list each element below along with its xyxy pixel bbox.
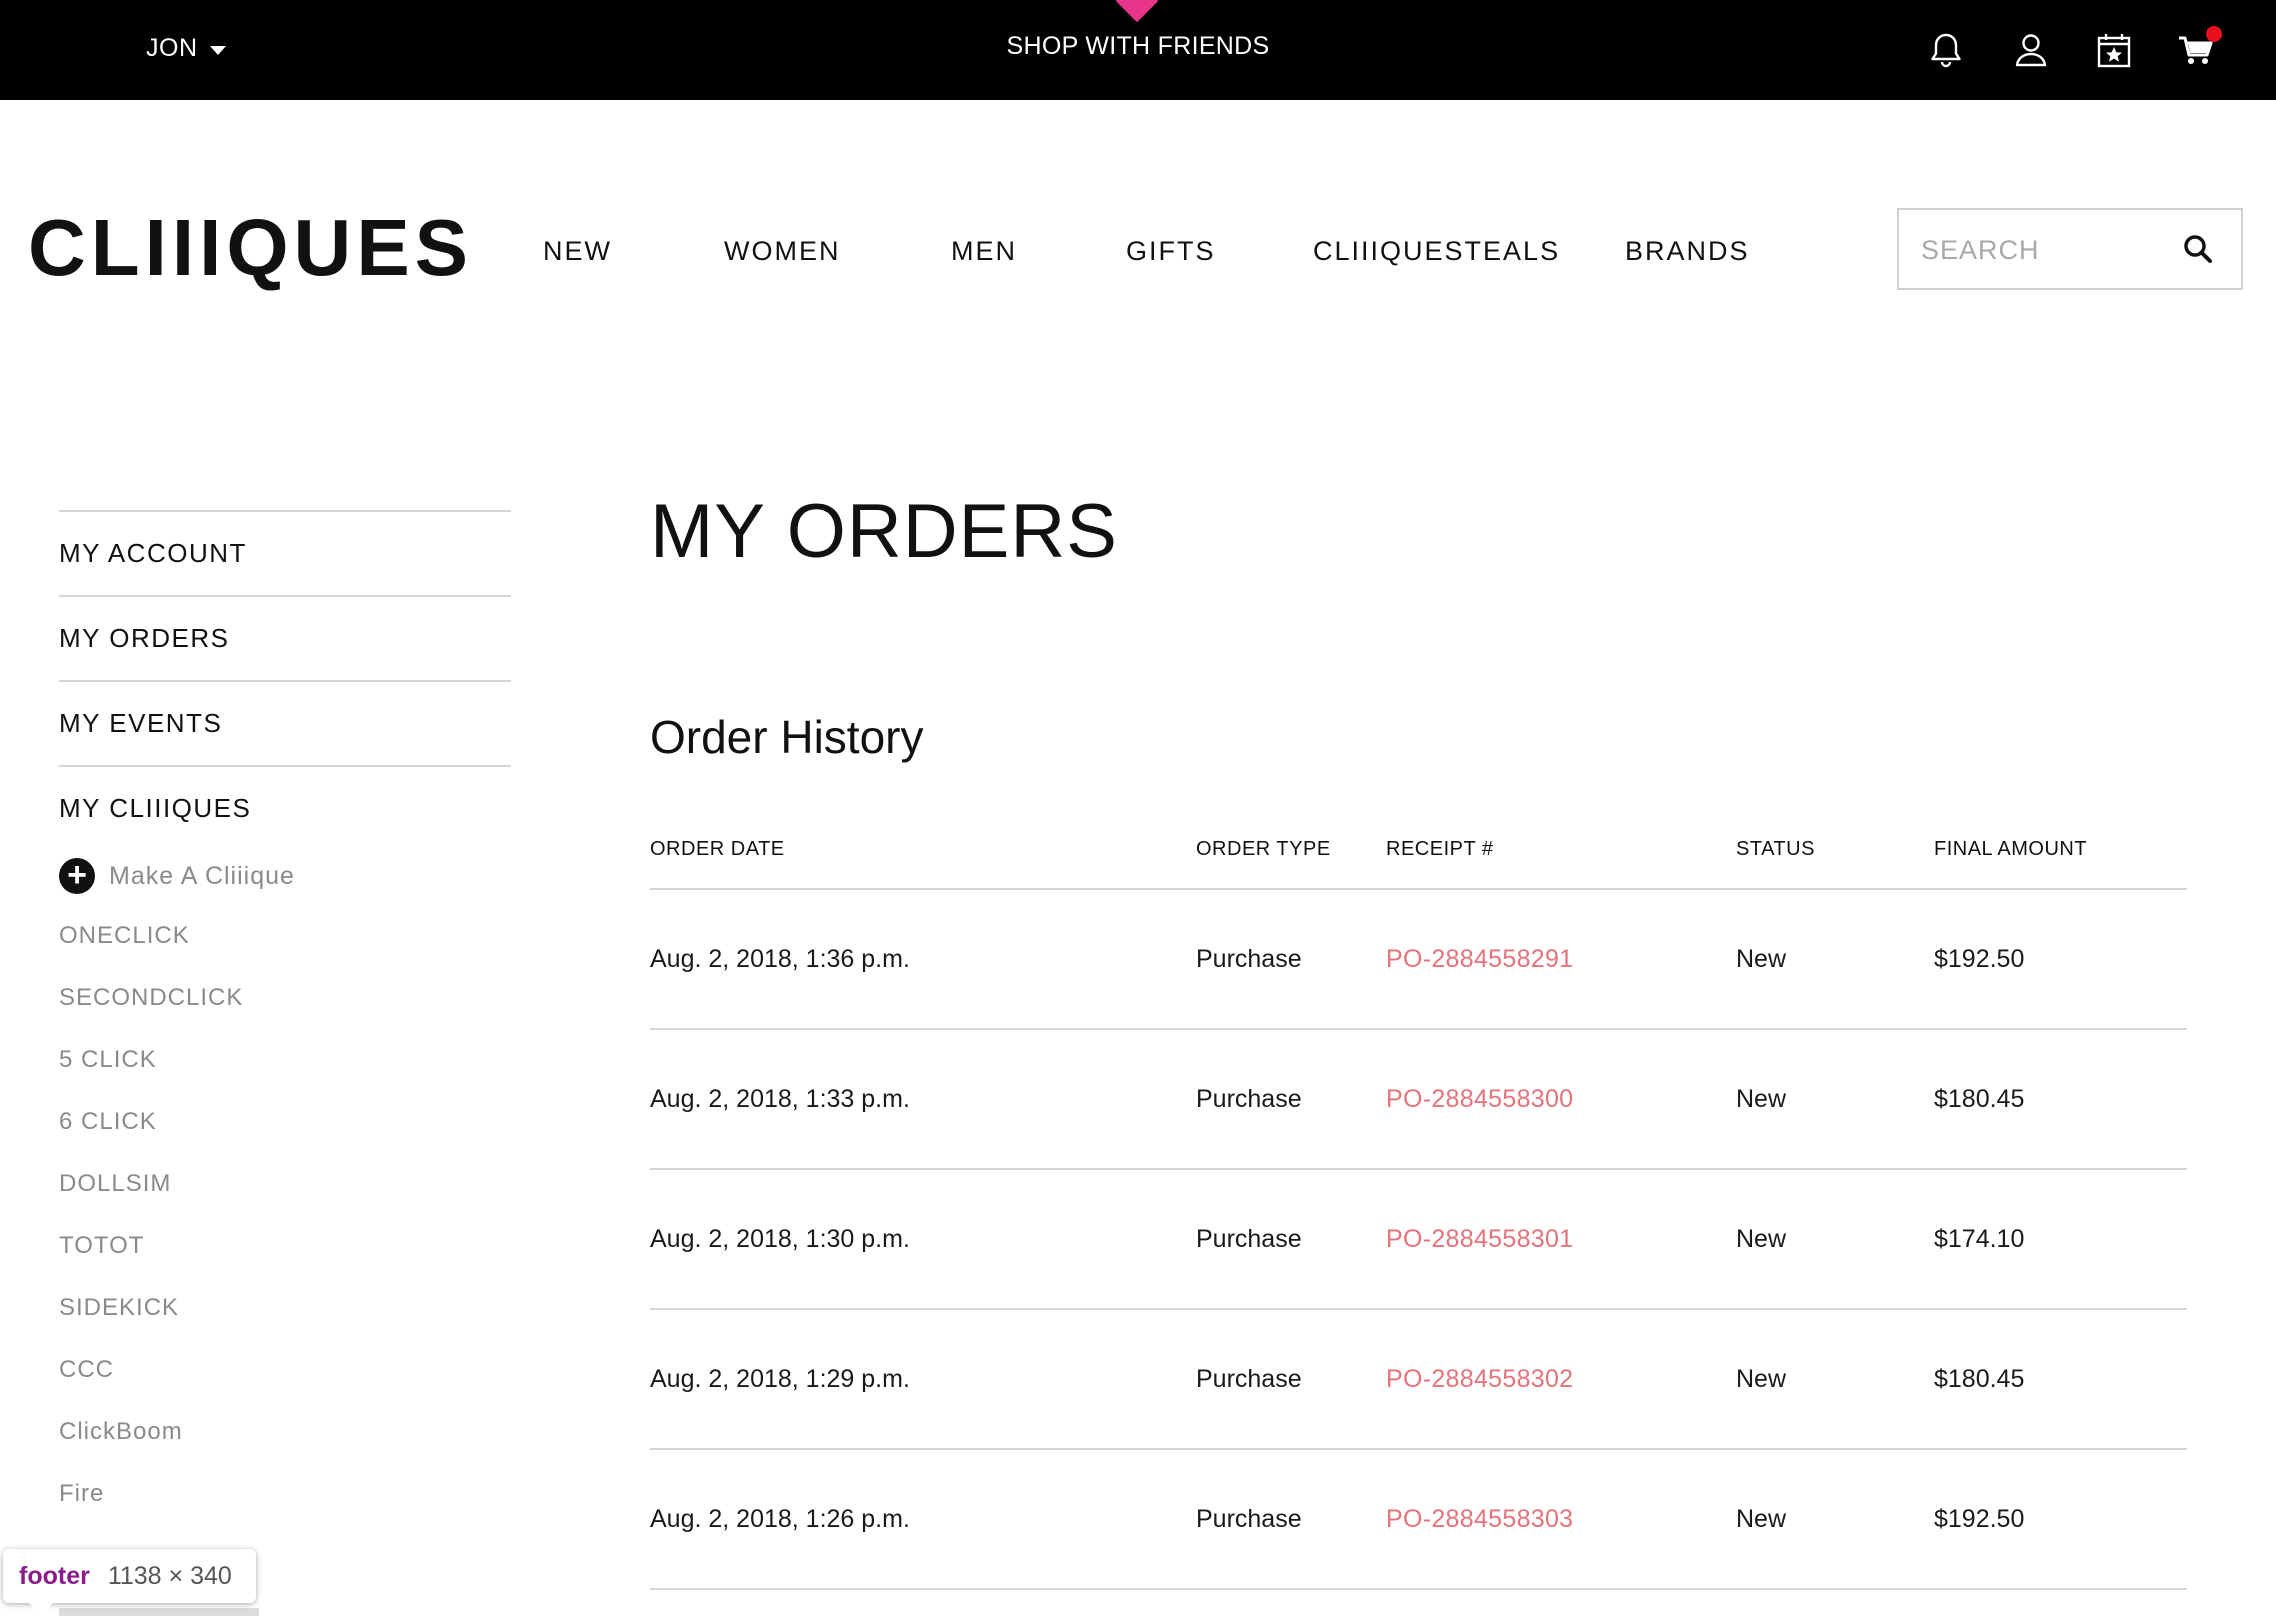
order-date: Aug. 2, 2018, 1:26 p.m. xyxy=(650,1449,1196,1590)
final-amount: $192.50 xyxy=(1934,889,2187,1030)
receipt-link[interactable]: PO-2884558302 xyxy=(1386,1365,1573,1393)
cliique-item[interactable]: 6 CLICK xyxy=(59,1108,243,1170)
order-status: New xyxy=(1736,1309,1934,1450)
order-date: Aug. 2, 2018, 1:36 p.m. xyxy=(650,889,1196,1030)
receipt-link[interactable]: PO-2884558303 xyxy=(1386,1505,1573,1533)
shop-with-friends-link[interactable]: SHOP WITH FRIENDS xyxy=(1007,32,1270,60)
site-logo[interactable]: CLIIIQUES xyxy=(28,208,473,288)
tooltip-arrow xyxy=(29,1603,53,1615)
cart-badge xyxy=(2206,26,2222,42)
column-header-order-type: ORDER TYPE xyxy=(1196,838,1386,890)
receipt-link[interactable]: PO-2884558300 xyxy=(1386,1085,1573,1113)
receipt-cell: PO-2884558303 xyxy=(1386,1449,1736,1590)
sidebar-item-my-orders[interactable]: MY ORDERS xyxy=(59,595,511,680)
sidebar-item-my-events[interactable]: MY EVENTS xyxy=(59,680,511,765)
cliique-item[interactable]: SIDEKICK xyxy=(59,1294,243,1356)
nav-new[interactable]: NEW xyxy=(543,236,612,267)
make-cliiique-label: Make A Cliiique xyxy=(109,861,295,890)
order-date: Aug. 2, 2018, 1:33 p.m. xyxy=(650,1029,1196,1170)
column-header-status: STATUS xyxy=(1736,838,1934,890)
tooltip-size: 1138 × 340 xyxy=(107,1561,232,1590)
order-status: New xyxy=(1736,1449,1934,1590)
page-title: MY ORDERS xyxy=(650,489,1118,574)
heart-icon xyxy=(1115,0,1159,23)
table-row: Aug. 2, 2018, 1:36 p.m. Purchase PO-2884… xyxy=(650,889,2187,1030)
cliique-item[interactable]: 5 CLICK xyxy=(59,1046,243,1108)
column-header-final-amount: FINAL AMOUNT xyxy=(1934,838,2187,890)
cliique-item[interactable]: DOLLSIM xyxy=(59,1170,243,1232)
table-row: Aug. 2, 2018, 1:30 p.m. Purchase PO-2884… xyxy=(650,1169,2187,1310)
nav-gifts[interactable]: GIFTS xyxy=(1126,236,1216,267)
cliique-item[interactable]: CCC xyxy=(59,1356,243,1418)
table-row: Aug. 2, 2018, 1:26 p.m. Purchase PO-2884… xyxy=(650,1449,2187,1590)
tooltip-tag: footer xyxy=(19,1561,90,1590)
cliique-item[interactable]: TOTOT xyxy=(59,1232,243,1294)
receipt-cell: PO-2884558291 xyxy=(1386,889,1736,1030)
order-date: Aug. 2, 2018, 1:30 p.m. xyxy=(650,1169,1196,1310)
order-status: New xyxy=(1736,889,1934,1030)
receipt-link[interactable]: PO-2884558301 xyxy=(1386,1225,1573,1253)
table-row: Aug. 2, 2018, 1:29 p.m. Purchase PO-2884… xyxy=(650,1309,2187,1450)
cliique-item[interactable]: ClickBoom xyxy=(59,1418,243,1480)
order-date: Aug. 2, 2018, 1:29 p.m. xyxy=(650,1309,1196,1450)
order-type: Purchase xyxy=(1196,1309,1386,1450)
make-cliiique-button[interactable]: + Make A Cliiique xyxy=(59,858,295,894)
table-header-row: ORDER DATE ORDER TYPE RECEIPT # STATUS F… xyxy=(650,838,2187,890)
order-type: Purchase xyxy=(1196,1449,1386,1590)
final-amount: $192.50 xyxy=(1934,1449,2187,1590)
column-header-receipt: RECEIPT # xyxy=(1386,838,1736,890)
calendar-star-icon[interactable] xyxy=(2094,30,2134,70)
receipt-link[interactable]: PO-2884558291 xyxy=(1386,945,1573,973)
plus-icon: + xyxy=(59,858,95,894)
final-amount: $174.10 xyxy=(1934,1169,2187,1310)
cliique-item[interactable]: Fire xyxy=(59,1480,243,1542)
final-amount: $180.45 xyxy=(1934,1029,2187,1170)
sidebar-item-my-account[interactable]: MY ACCOUNT xyxy=(59,510,511,595)
final-amount: $180.45 xyxy=(1934,1309,2187,1450)
nav-cliiiquesteals[interactable]: CLIIIQUESTEALS xyxy=(1313,236,1560,267)
cliique-item[interactable]: ONECLICK xyxy=(59,922,243,984)
order-type: Purchase xyxy=(1196,1169,1386,1310)
order-status: New xyxy=(1736,1029,1934,1170)
order-type: Purchase xyxy=(1196,1029,1386,1170)
order-status: New xyxy=(1736,1169,1934,1310)
search-input[interactable] xyxy=(1921,230,2171,270)
table-row: Aug. 2, 2018, 1:33 p.m. Purchase PO-2884… xyxy=(650,1029,2187,1170)
nav-women[interactable]: WOMEN xyxy=(724,236,840,267)
top-bar: JON SHOP WITH FRIENDS xyxy=(0,0,2276,100)
search-icon[interactable] xyxy=(2181,232,2215,266)
cliique-list: ONECLICK SECONDCLICK 5 CLICK 6 CLICK DOL… xyxy=(59,922,243,1542)
section-title: Order History xyxy=(650,711,924,763)
nav-men[interactable]: MEN xyxy=(951,236,1017,267)
receipt-cell: PO-2884558300 xyxy=(1386,1029,1736,1170)
bell-icon[interactable] xyxy=(1926,30,1966,70)
cliique-item[interactable]: SECONDCLICK xyxy=(59,984,243,1046)
column-header-order-date: ORDER DATE xyxy=(650,838,1196,890)
user-icon[interactable] xyxy=(2011,30,2051,70)
order-history-table: ORDER DATE ORDER TYPE RECEIPT # STATUS F… xyxy=(650,838,2187,1590)
receipt-cell: PO-2884558302 xyxy=(1386,1309,1736,1450)
order-type: Purchase xyxy=(1196,889,1386,1030)
account-sidebar: MY ACCOUNT MY ORDERS MY EVENTS MY CLIIIQ… xyxy=(59,510,511,850)
search-box xyxy=(1897,208,2243,290)
footer-peek xyxy=(59,1608,259,1616)
nav-brands[interactable]: BRANDS xyxy=(1625,236,1750,267)
devtools-inspector-tooltip: footer 1138 × 340 xyxy=(3,1549,256,1615)
sidebar-item-my-cliiiques[interactable]: MY CLIIIQUES xyxy=(59,765,511,850)
receipt-cell: PO-2884558301 xyxy=(1386,1169,1736,1310)
